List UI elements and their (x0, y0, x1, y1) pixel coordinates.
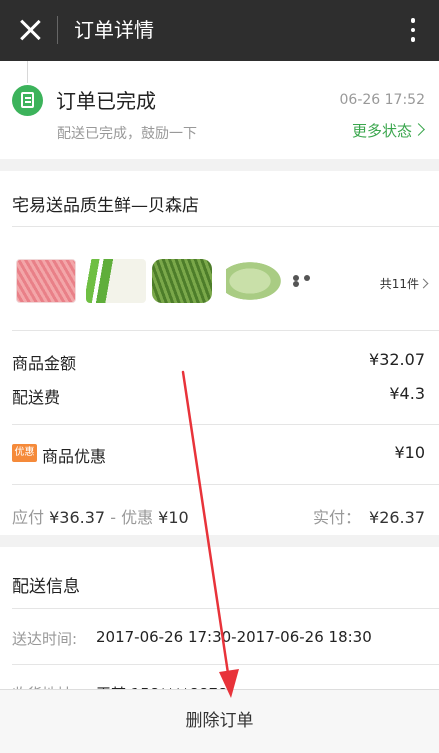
paid-label: 实付： (313, 508, 362, 527)
chevron-right-icon (418, 278, 429, 289)
delivery-section-title: 配送信息 (12, 577, 80, 597)
chevron-right-icon (412, 123, 425, 136)
order-card: 宅易送品质生鲜—贝森店 共11件 商品金额 ¥32.07 配送费 ¥4.3 优惠… (0, 171, 439, 535)
delivery-time-value: 2017-06-26 17:30-2017-06-26 18:30 (96, 628, 372, 646)
item-count-label: 共11件 (379, 277, 419, 291)
more-items-ellipsis-icon (293, 275, 323, 287)
delivery-time-label: 送达时间: (12, 630, 78, 648)
divider (12, 484, 439, 485)
order-status-subtitle: 配送已完成，鼓励一下 (57, 126, 197, 142)
paid-value: ¥26.37 (369, 508, 425, 527)
discount-value: ¥10 (158, 508, 189, 527)
page-title: 订单详情 (74, 18, 154, 42)
bottom-action-bar: 删除订单 (0, 689, 439, 753)
delivery-fee-label: 配送费 (12, 388, 61, 407)
promo-label: 商品优惠 (42, 447, 107, 466)
delivery-fee-value: ¥4.3 (389, 384, 425, 403)
timeline-line (27, 61, 28, 83)
summary-separator: - (110, 508, 116, 527)
goods-amount-value: ¥32.07 (369, 350, 425, 369)
more-status-label: 更多状态 (351, 122, 412, 140)
discount-label: 优惠 (121, 508, 154, 527)
payable-label: 应付 (12, 508, 45, 527)
promo-badge: 优惠 (12, 444, 37, 462)
order-status-card: 订单已完成 06-26 17:52 配送已完成，鼓励一下 更多状态 (0, 61, 439, 159)
green-bean-thumbnail (152, 259, 212, 303)
divider (12, 608, 439, 609)
more-status-link[interactable]: 更多状态 (351, 120, 425, 141)
delete-order-button[interactable]: 删除订单 (0, 690, 439, 753)
item-count-link[interactable]: 共11件 (379, 275, 429, 292)
scallion-thumbnail (86, 259, 146, 303)
order-status-time: 06-26 17:52 (339, 92, 425, 108)
top-bar: 订单详情 (0, 0, 439, 61)
more-vertical-icon[interactable] (409, 18, 417, 44)
divider (12, 664, 439, 665)
bitter-gourd-thumbnail (226, 259, 286, 303)
divider (12, 226, 439, 227)
promo-value: ¥10 (394, 443, 425, 462)
close-icon[interactable] (14, 14, 46, 46)
meat-thumbnail (16, 259, 76, 303)
payable-summary: 应付 ¥36.37 - 优惠 ¥10 (12, 504, 189, 528)
paid-summary: 实付： ¥26.37 (313, 504, 425, 528)
payable-value: ¥36.37 (49, 508, 106, 527)
divider (12, 424, 439, 425)
order-status-title: 订单已完成 (56, 89, 156, 113)
store-name[interactable]: 宅易送品质生鲜—贝森店 (12, 191, 199, 216)
order-document-icon (12, 85, 43, 116)
divider (12, 330, 439, 331)
header-divider (57, 16, 58, 44)
goods-amount-label: 商品金额 (12, 354, 77, 373)
